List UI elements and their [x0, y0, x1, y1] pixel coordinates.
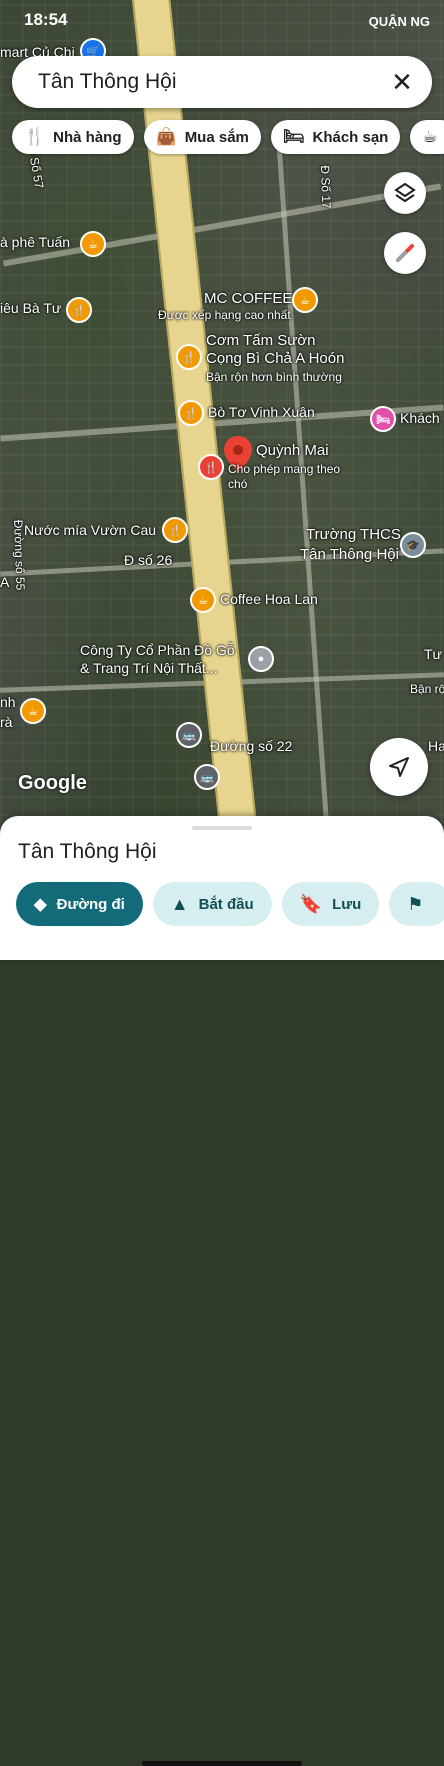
bus-stop-icon[interactable]: 🚌 — [194, 764, 220, 790]
place-pin-icon[interactable]: ● — [248, 646, 274, 672]
school-pin-icon[interactable]: 🎓 — [400, 532, 426, 558]
coffee-pin-icon[interactable]: ☕ — [190, 587, 216, 613]
bookmark-icon: 🔖 — [299, 893, 323, 914]
category-chips: 🍴 Nhà hàng 👜 Mua sắm 🛏 Khách sạn ☕ — [12, 120, 444, 154]
save-button[interactable]: 🔖 Lưu — [281, 882, 380, 926]
bus-stop-icon[interactable]: 🚌 — [176, 722, 202, 748]
search-bar[interactable]: Tân Thông Hội ✕ — [12, 56, 432, 108]
map-label-sub: chó — [228, 477, 248, 491]
restaurant-pin-icon[interactable]: 🍴 — [178, 400, 204, 426]
flag-button[interactable]: ⚑ — [389, 882, 444, 926]
map-label: Nước mía Vườn Cau — [24, 522, 157, 538]
map-label-sub: Cho phép mang theo — [228, 462, 341, 476]
map-label: Ha — [428, 738, 444, 754]
map-label: Quỳnh Mai — [256, 442, 329, 459]
map-label: Đ số 26 — [124, 552, 173, 568]
map-label: MC COFFEE — [204, 290, 293, 307]
restaurant-pin-icon[interactable]: 🍴 — [198, 454, 224, 480]
map-label: Coffee Hoa Lan — [220, 591, 318, 607]
drag-handle[interactable] — [192, 826, 252, 830]
restaurant-pin-icon[interactable]: 🍴 — [162, 517, 188, 543]
close-icon[interactable]: ✕ — [380, 60, 424, 104]
layers-button[interactable] — [384, 172, 426, 214]
map-label: rà — [0, 714, 13, 730]
chip-shopping[interactable]: 👜 Mua sắm — [143, 120, 261, 154]
restaurant-pin-icon[interactable]: 🍴 — [176, 344, 202, 370]
chip-hotels[interactable]: 🛏 Khách sạn — [270, 120, 401, 154]
map-label: Khách — [400, 410, 440, 426]
restaurant-pin-icon[interactable]: 🍴 — [66, 297, 92, 323]
map-label: & Trang Trí Nội Thất... — [80, 660, 218, 676]
chip-label: Mua sắm — [184, 128, 249, 146]
chip-label: Khách sạn — [312, 128, 389, 146]
directions-button[interactable]: ⬥ Đường đi — [16, 882, 143, 926]
coffee-pin-icon[interactable]: ☕ — [292, 287, 318, 313]
map-label: Công Ty Cổ Phần Đồ Gỗ — [80, 642, 235, 658]
map-label: Cọng Bì Chả A Hoón — [206, 350, 345, 367]
directions-icon: ⬥ — [34, 893, 47, 914]
compass-button[interactable] — [384, 232, 426, 274]
google-logo: Google — [18, 772, 87, 794]
flag-icon: ⚑ — [407, 893, 424, 914]
save-label: Lưu — [332, 895, 362, 913]
location-arrow-icon — [389, 757, 409, 777]
map-label: Tư — [424, 646, 442, 662]
layers-icon — [394, 182, 416, 203]
map-label: nh — [0, 694, 16, 710]
navigation-arrow-icon: ▲ — [170, 893, 189, 914]
fork-knife-icon: 🍴 — [24, 127, 46, 146]
map-label: Đường số 55 — [11, 519, 28, 591]
coffee-pin-icon[interactable]: ☕ — [80, 231, 106, 257]
start-button[interactable]: ▲ Bắt đầu — [152, 882, 272, 926]
map-label: iêu Bà Tư — [0, 300, 62, 316]
shopping-bag-icon: 👜 — [155, 127, 177, 146]
coffee-cup-icon: ☕ — [422, 127, 438, 146]
map-label: Cơm Tấm Sườn — [206, 332, 316, 349]
map-label: Trường THCS — [306, 526, 401, 543]
compass-icon — [396, 244, 414, 262]
chip-label: Nhà hàng — [53, 128, 122, 146]
map-label: Tân Thông Hội — [300, 546, 399, 563]
place-title: Tân Thông Hội — [18, 840, 157, 863]
home-indicator — [142, 1761, 302, 1766]
map-label: à phê Tuấn — [0, 234, 71, 250]
coffee-pin-icon[interactable]: ☕ — [20, 698, 46, 724]
bottom-sheet[interactable]: Tân Thông Hội ⬥ Đường đi ▲ Bắt đầu 🔖 Lưu… — [0, 816, 444, 1766]
chip-restaurants[interactable]: 🍴 Nhà hàng — [12, 120, 134, 154]
map-label: Bò Tơ Vinh Xuân — [208, 404, 315, 420]
map-label: Đường số 22 — [210, 738, 293, 754]
status-time: 18:54 — [24, 10, 68, 29]
map-label: A — [0, 574, 10, 590]
bed-icon: 🛏 — [282, 127, 305, 146]
directions-label: Đường đi — [56, 895, 125, 913]
map-label-sub: Được xếp hạng cao nhất — [158, 308, 291, 322]
action-buttons: ⬥ Đường đi ▲ Bắt đầu 🔖 Lưu ⚑ — [16, 882, 444, 926]
my-location-button[interactable] — [370, 738, 428, 796]
search-input[interactable]: Tân Thông Hội — [38, 70, 380, 94]
chip-more[interactable]: ☕ — [410, 120, 444, 154]
map-label-sub: Bận rộn hơn bình thường — [206, 370, 342, 384]
status-right: QUẬN NG — [368, 14, 430, 29]
map-label: Đ Số 17 — [317, 165, 334, 209]
map-label: Bận rộ — [410, 682, 444, 696]
start-label: Bắt đầu — [198, 895, 254, 913]
hotel-pin-icon[interactable]: 🛏 — [370, 406, 396, 432]
